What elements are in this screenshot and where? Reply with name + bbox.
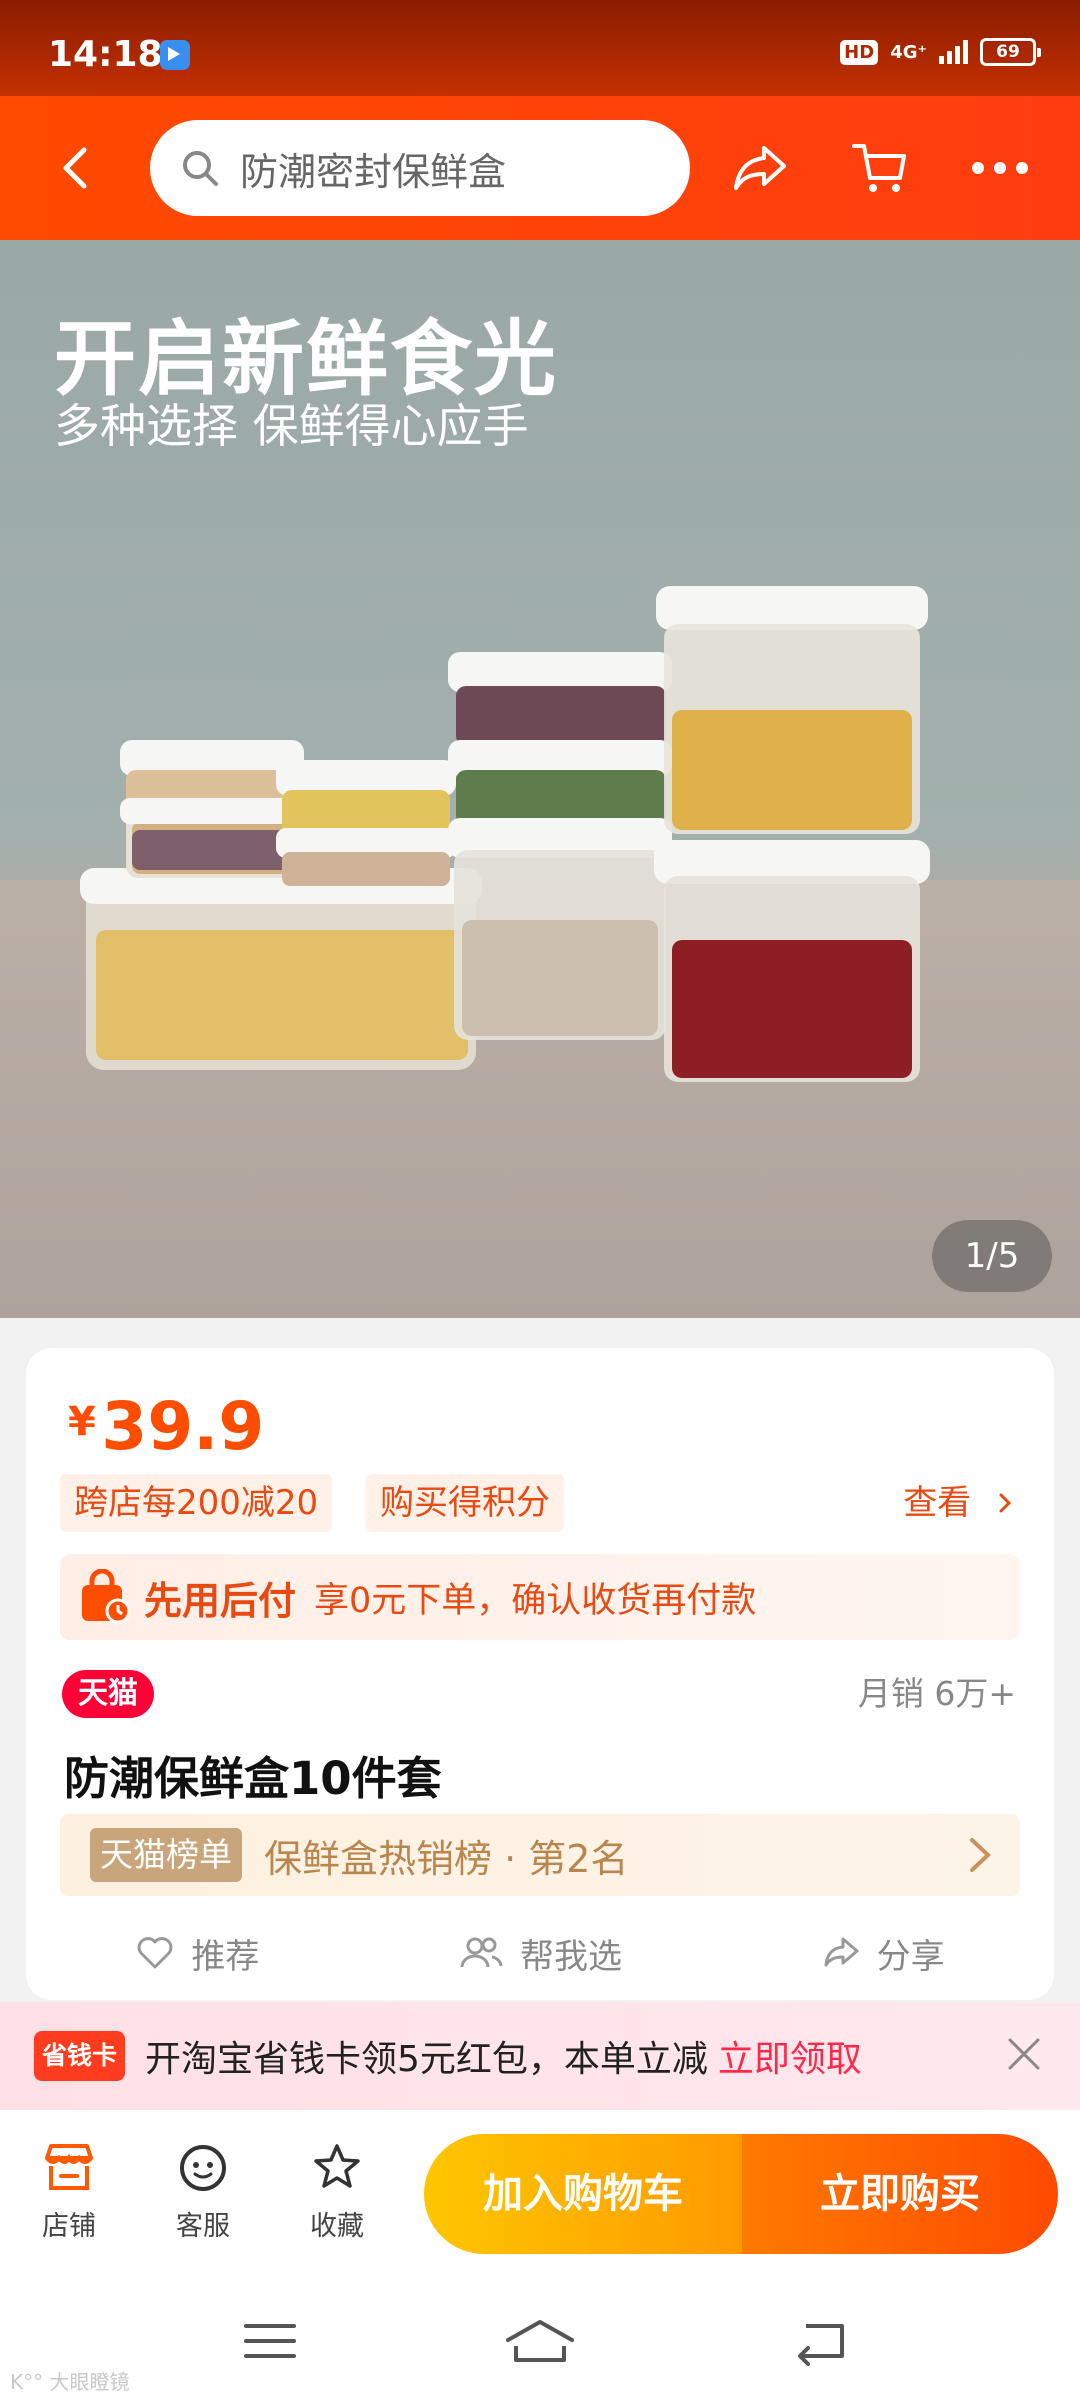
status-bar: 14:18 HD 4G⁺ 69 [0, 0, 1080, 96]
savings-card-banner[interactable]: 省钱卡 开淘宝省钱卡领5元红包，本单立减 立即领取 [0, 2002, 1080, 2110]
ranking-bar[interactable]: 天猫榜单 保鲜盒热销榜 · 第2名 [60, 1814, 1020, 1896]
food-containers-illustration [80, 586, 930, 1082]
heart-icon [137, 1937, 173, 1969]
shopping-bag-icon [82, 1569, 130, 1624]
chat-face-icon [180, 2145, 226, 2191]
more-button[interactable] [966, 134, 1034, 202]
discount-tag[interactable]: 跨店每200减20 [60, 1474, 333, 1532]
cart-icon [852, 144, 906, 192]
product-title: 防潮保鲜盒10件套 [64, 1752, 442, 1805]
tmall-badge: 天猫 [62, 1670, 154, 1718]
price-value: 39.9 [101, 1388, 265, 1465]
favorite-label: 收藏 [310, 2211, 364, 2242]
product-actions: 推荐 帮我选 分享 [26, 1918, 1054, 1988]
users-icon [460, 1937, 503, 1968]
chevron-right-icon [970, 1838, 991, 1872]
help-choose-button[interactable]: 帮我选 [369, 1918, 712, 1988]
network-type: 4G⁺ [890, 41, 927, 63]
service-label: 客服 [176, 2211, 230, 2242]
recommend-label: 推荐 [191, 1936, 260, 1977]
currency-symbol: ¥ [68, 1399, 96, 1445]
more-icon [972, 162, 1028, 174]
claim-now-link[interactable]: 立即领取 [718, 2030, 862, 2082]
product-info-card: ¥ 39.9 跨店每200减20 购买得积分 查看 先用后付 享0元下单，确认收… [26, 1348, 1054, 2000]
product-image-carousel[interactable]: 开启新鲜食光 多种选择 保鲜得心应手 1/5 [0, 240, 1080, 1318]
status-time: 14:18 [48, 34, 163, 75]
share-product-button[interactable]: 分享 [711, 1918, 1054, 1988]
customer-service-button[interactable]: 客服 [148, 2142, 258, 2243]
cart-button[interactable] [846, 134, 914, 202]
menu-icon[interactable] [240, 2316, 300, 2366]
back-button[interactable] [48, 138, 108, 198]
system-nav-bar [0, 2280, 1080, 2400]
notification-app-icon [160, 40, 190, 70]
promo-text: 开淘宝省钱卡领5元红包，本单立减 [145, 2039, 708, 2080]
buy-now-button[interactable]: 立即购买 [742, 2134, 1058, 2254]
share-label: 分享 [876, 1936, 945, 1977]
add-to-cart-button[interactable]: 加入购物车 [424, 2134, 742, 2254]
top-header: 防潮密封保鲜盒 [0, 96, 1080, 240]
image-page-indicator: 1/5 [932, 1220, 1052, 1292]
see-promotions-link[interactable]: 查看 [903, 1474, 1016, 1532]
chevron-right-icon [999, 1493, 1012, 1513]
points-tag[interactable]: 购买得积分 [366, 1474, 564, 1532]
signal-icon [939, 40, 968, 64]
tmall-ranking-badge: 天猫榜单 [90, 1828, 242, 1882]
favorite-button[interactable]: 收藏 [282, 2142, 392, 2243]
search-bar[interactable]: 防潮密封保鲜盒 [150, 120, 690, 216]
chevron-left-icon [63, 147, 87, 189]
recommend-button[interactable]: 推荐 [26, 1918, 369, 1988]
bottom-action-bar: 店铺 客服 收藏 加入购物车 立即购买 [0, 2110, 1080, 2280]
status-indicators: HD 4G⁺ 69 [840, 38, 1041, 66]
store-label: 店铺 [42, 2211, 96, 2242]
pay-later-desc: 享0元下单，确认收货再付款 [314, 1580, 757, 1621]
pay-later-banner[interactable]: 先用后付 享0元下单，确认收货再付款 [60, 1554, 1020, 1640]
share-icon [824, 1937, 859, 1967]
hd-indicator: HD [840, 39, 879, 65]
search-query: 防潮密封保鲜盒 [240, 149, 507, 194]
back-nav-icon[interactable] [790, 2316, 850, 2366]
battery-icon: 69 [980, 38, 1041, 66]
monthly-sales: 月销 6万+ [857, 1674, 1016, 1713]
savings-card-badge: 省钱卡 [34, 2031, 126, 2081]
price: ¥ 39.9 [68, 1388, 264, 1465]
share-icon [734, 146, 786, 190]
star-icon [314, 2144, 360, 2188]
close-icon[interactable] [1002, 2032, 1046, 2076]
home-icon[interactable] [504, 2316, 576, 2366]
share-button[interactable] [726, 134, 794, 202]
store-icon [45, 2144, 93, 2190]
ranking-text: 保鲜盒热销榜 · 第2名 [264, 1836, 629, 1881]
see-label: 查看 [903, 1483, 972, 1523]
watermark: K°° 大眼瞪镜 [10, 2370, 130, 2394]
pay-later-title: 先用后付 [144, 1578, 297, 1623]
help-choose-label: 帮我选 [520, 1936, 622, 1977]
search-icon [183, 151, 218, 186]
store-button[interactable]: 店铺 [14, 2142, 124, 2243]
